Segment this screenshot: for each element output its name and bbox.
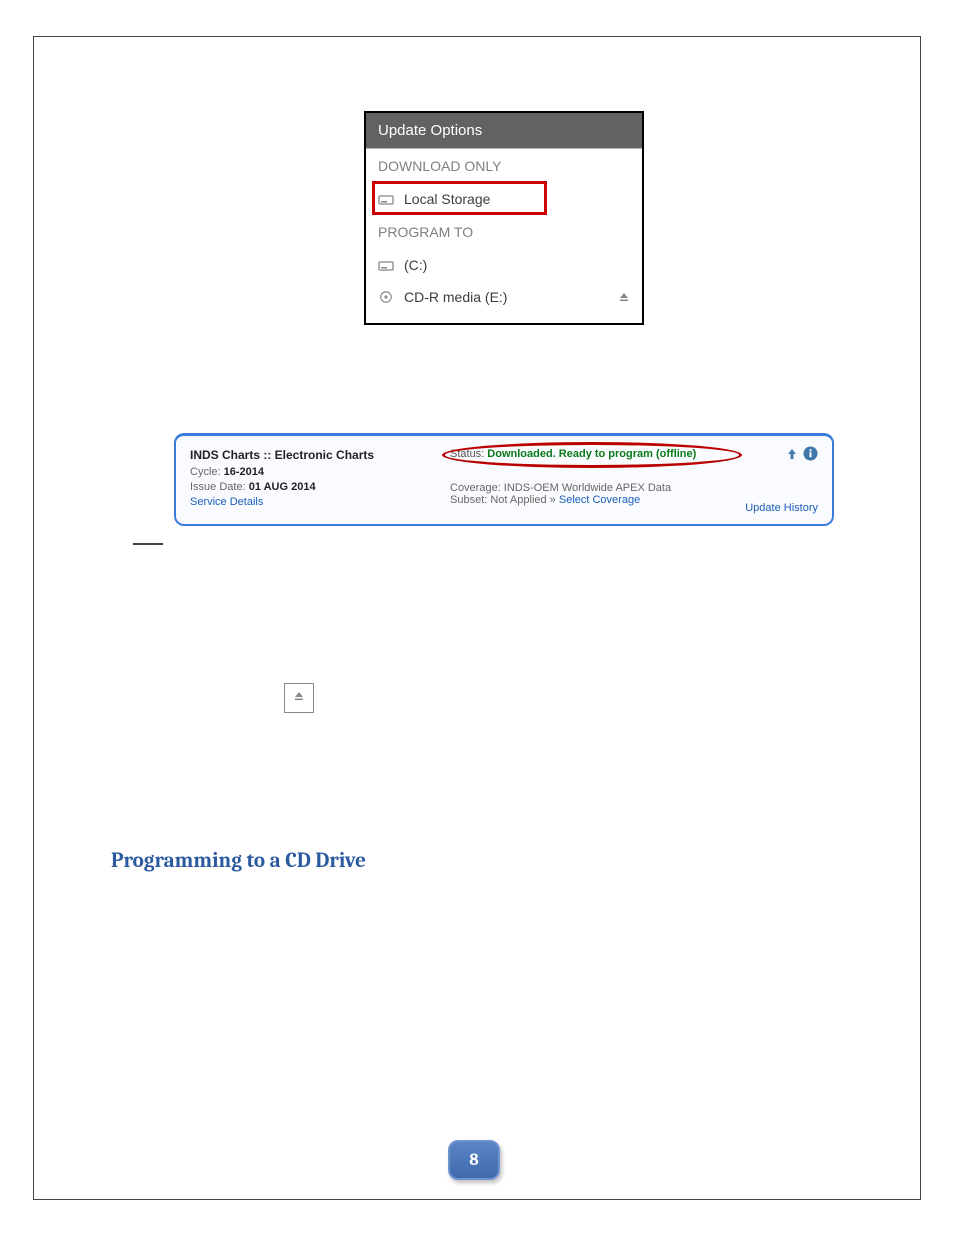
drive-c-option[interactable]: (C:) <box>366 249 642 281</box>
service-details-link[interactable]: Service Details <box>190 496 450 508</box>
spacer <box>366 313 642 323</box>
issue-line: Issue Date: 01 AUG 2014 <box>190 481 450 493</box>
program-to-label: PROGRAM TO <box>366 215 642 249</box>
status-left-block: INDS Charts :: Electronic Charts Cycle: … <box>190 448 450 514</box>
status-banner: INDS Charts :: Electronic Charts Cycle: … <box>174 433 834 526</box>
update-options-panel: Update Options DOWNLOAD ONLY Local Stora… <box>364 111 644 325</box>
eject-icon <box>293 689 305 707</box>
update-history-link[interactable]: Update History <box>745 502 818 514</box>
select-coverage-link[interactable]: Select Coverage <box>559 494 640 506</box>
local-storage-option[interactable]: Local Storage <box>366 183 642 215</box>
section-heading: Programming to a CD Drive <box>111 849 366 873</box>
cdr-label: CD-R media (E:) <box>404 289 507 305</box>
cycle-label: Cycle: <box>190 466 224 478</box>
cycle-line: Cycle: 16-2014 <box>190 466 450 478</box>
eject-icon-box <box>284 683 314 713</box>
issue-label: Issue Date: <box>190 481 249 493</box>
download-only-label: DOWNLOAD ONLY <box>366 149 642 183</box>
cdr-option[interactable]: CD-R media (E:) <box>366 281 642 313</box>
upload-icon[interactable] <box>785 447 799 464</box>
page-number-badge: 8 <box>448 1140 500 1180</box>
eject-icon[interactable] <box>618 291 630 303</box>
local-storage-label: Local Storage <box>404 191 490 207</box>
issue-value: 01 AUG 2014 <box>249 481 316 493</box>
drive-icon <box>378 192 394 206</box>
subset-prefix: Subset: Not Applied » <box>450 494 559 506</box>
coverage-line: Coverage: INDS-OEM Worldwide APEX Data <box>450 482 718 494</box>
drive-icon <box>378 258 394 272</box>
status-mid-block: Status: Downloaded. Ready to program (of… <box>450 448 718 514</box>
cycle-value: 16-2014 <box>224 466 264 478</box>
disc-icon <box>378 290 394 304</box>
underline-mark <box>133 543 163 545</box>
status-right-block: Update History <box>718 448 818 514</box>
subset-line: Subset: Not Applied » Select Coverage <box>450 494 718 506</box>
chart-title: INDS Charts :: Electronic Charts <box>190 448 450 462</box>
update-options-title: Update Options <box>366 113 642 149</box>
status-prefix: Status: <box>450 448 487 460</box>
drive-c-label: (C:) <box>404 257 427 273</box>
status-line: Status: Downloaded. Ready to program (of… <box>450 448 718 460</box>
info-icon[interactable] <box>803 446 818 464</box>
status-value: Downloaded. Ready to program (offline) <box>487 448 696 460</box>
